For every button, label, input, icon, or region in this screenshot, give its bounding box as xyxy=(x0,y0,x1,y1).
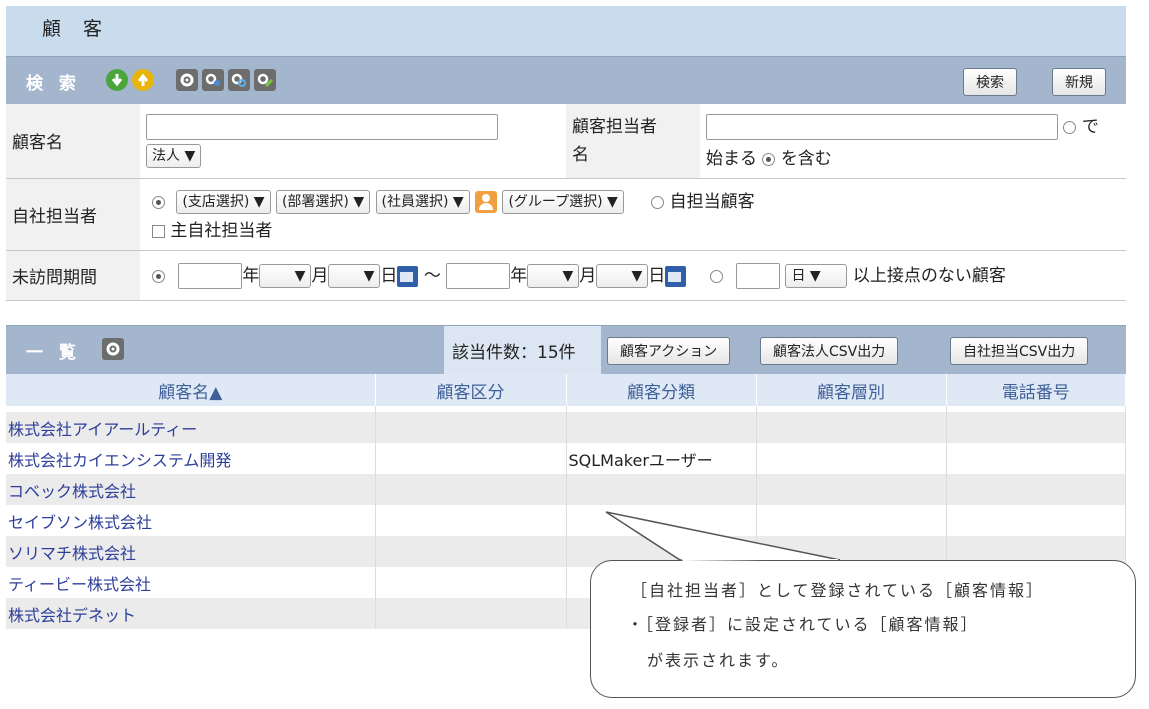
callout-line1: ［自社担当者］として登録されている［顧客情報］ xyxy=(631,581,1045,600)
callout-line2: ・［登録者］に設定されている［顧客情報］ xyxy=(627,615,979,634)
callout-bubble: ［自社担当者］として登録されている［顧客情報］ ・［登録者］に設定されている［顧… xyxy=(590,560,1136,698)
callout-line3: が表示されます。 xyxy=(647,651,790,670)
